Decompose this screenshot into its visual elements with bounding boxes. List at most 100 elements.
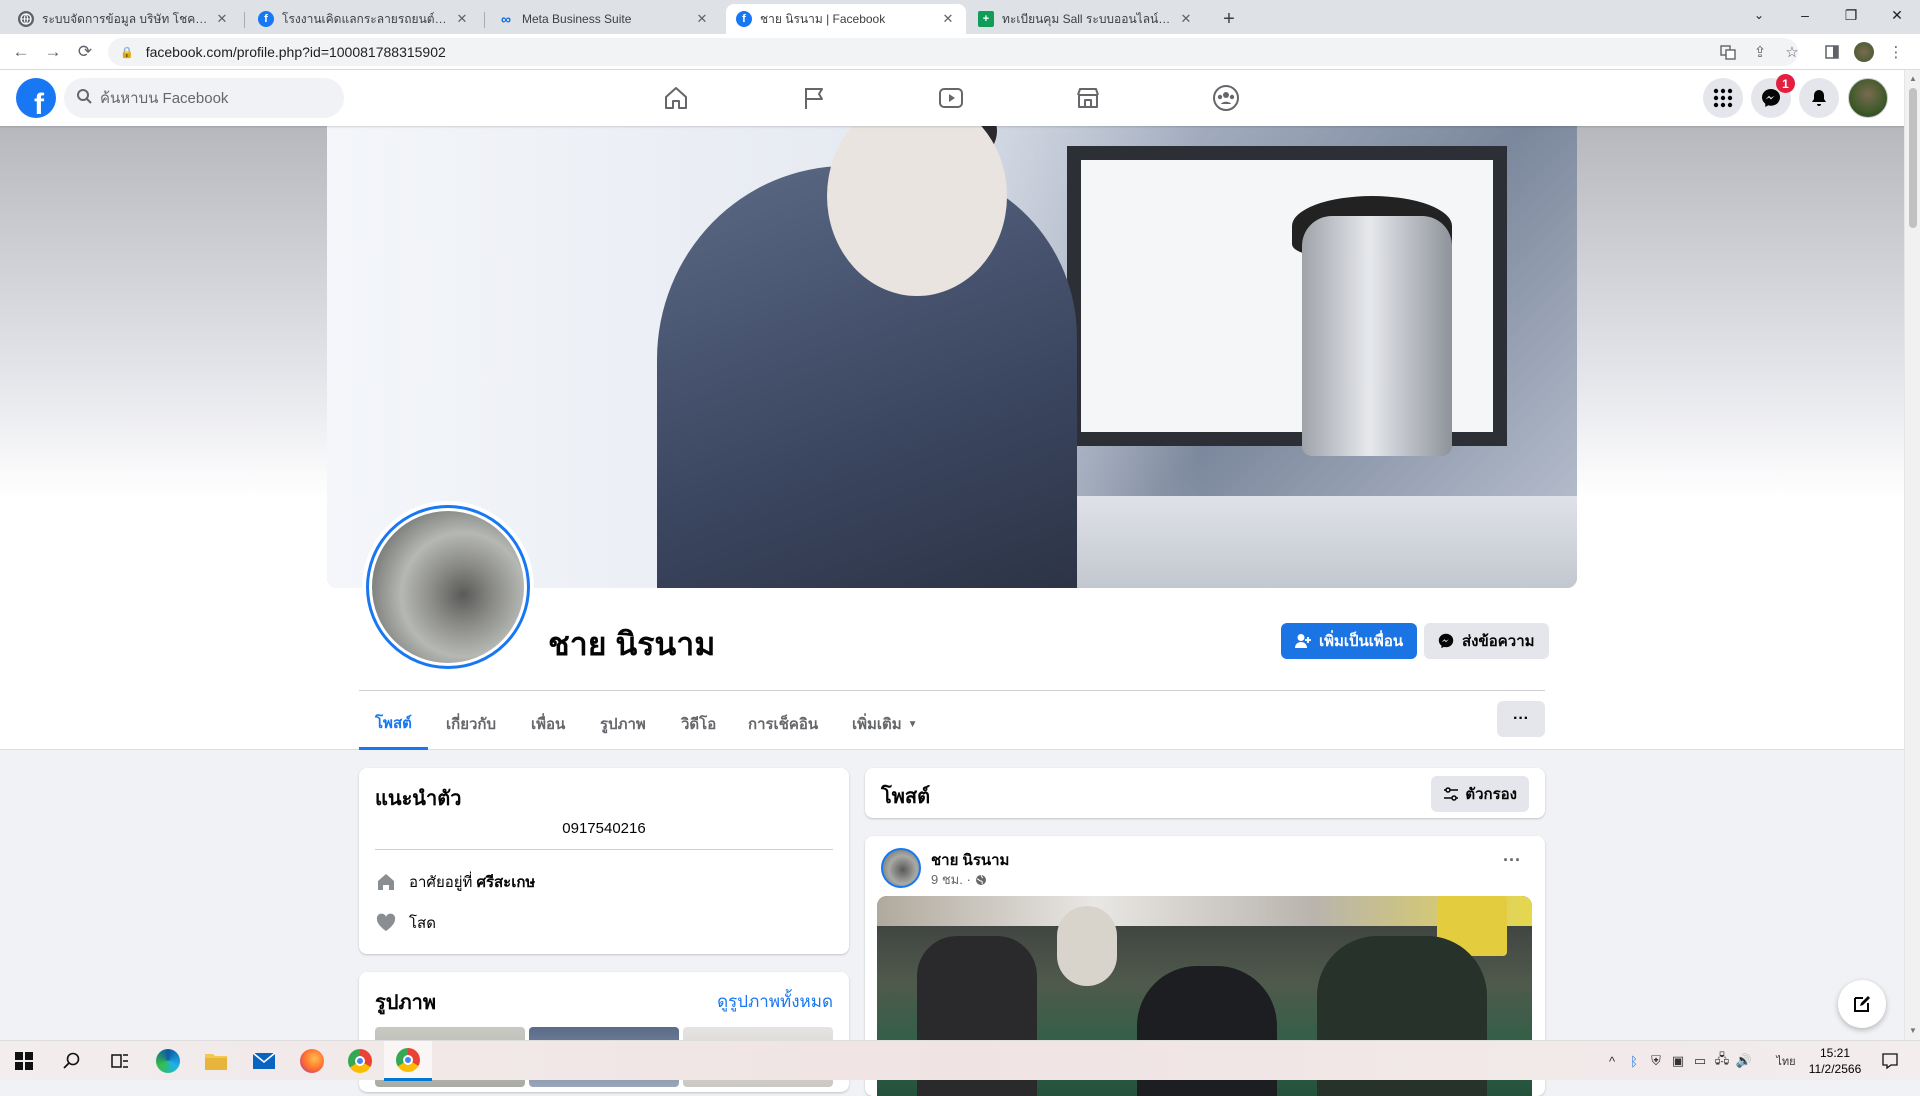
browser-tab-bar: ระบบจัดการข้อมูล บริษัท โชคลูกน็อต ✕ f โ… [0, 0, 1920, 34]
intro-card: แนะนำตัว 0917540216 อาศัยอยู่ที่ ศรีสะเก… [359, 768, 849, 954]
restore-button[interactable]: ❐ [1828, 0, 1874, 30]
minimize-button[interactable]: – [1782, 0, 1828, 30]
watch-video-nav-icon[interactable] [895, 74, 1007, 122]
profile-more-options-button[interactable]: ··· [1497, 701, 1545, 737]
filter-label: ตัวกรอง [1465, 786, 1517, 803]
facebook-top-nav: f 1 [0, 70, 1904, 126]
side-panel-icon[interactable] [1820, 40, 1844, 64]
send-message-button[interactable]: ส่งข้อความ [1424, 623, 1549, 659]
tab-title: โรงงานเคิดแลกระลายรถยนต์ไข่เค้า [282, 11, 448, 26]
home-nav-icon[interactable] [620, 74, 732, 122]
windows-start-icon[interactable] [0, 1041, 48, 1081]
bluetooth-icon[interactable]: ᛒ [1624, 1051, 1644, 1071]
url-bar[interactable]: 🔒 facebook.com/profile.php?id=1000817883… [108, 38, 1798, 66]
show-hidden-icons-chevron-icon[interactable]: ^ [1602, 1051, 1622, 1071]
filter-button[interactable]: ตัวกรอง [1431, 776, 1529, 812]
input-language-indicator[interactable]: ไทย [1772, 1051, 1800, 1071]
clock-time: 15:21 [1819, 1046, 1851, 1060]
profile-header: ชาย นิรนาม เพิ่มเป็นเพื่อน ส่งข้อความ โพ… [0, 126, 1904, 750]
tab-more[interactable]: เพิ่มเติม ▼ [836, 698, 934, 750]
see-all-photos-link[interactable]: ดูรูปภาพทั้งหมด [717, 988, 833, 1015]
messenger-icon [1438, 633, 1454, 649]
relationship-row: โสด [375, 911, 436, 935]
menu-grid-icon[interactable] [1703, 78, 1743, 118]
notification-badge: 1 [1776, 74, 1795, 93]
tab-checkins[interactable]: การเช็คอิน [732, 698, 834, 750]
bookmark-star-icon[interactable]: ☆ [1780, 40, 1804, 64]
mail-icon[interactable] [240, 1041, 288, 1081]
search-icon [76, 88, 92, 108]
tab-about[interactable]: เกี่ยวกับ [430, 698, 512, 750]
share-icon[interactable]: ⇪ [1748, 40, 1772, 64]
tab-videos[interactable]: วิดีโอ [665, 698, 732, 750]
chrome-icon[interactable] [336, 1041, 384, 1081]
account-avatar[interactable] [1848, 78, 1888, 118]
translate-icon[interactable] [1716, 40, 1740, 64]
lives-in-prefix: อาศัยอยู่ที่ [409, 874, 473, 891]
profile-picture[interactable] [362, 501, 534, 673]
tab-posts[interactable]: โพสต์ [359, 698, 428, 750]
close-tab-icon[interactable]: ✕ [214, 11, 230, 27]
facebook-search-box[interactable] [64, 78, 344, 118]
add-friend-button[interactable]: เพิ่มเป็นเพื่อน [1281, 623, 1418, 659]
taskbar-clock[interactable]: 15:21 11/2/2566 [1800, 1045, 1870, 1077]
url-text: facebook.com/profile.php?id=100081788315… [145, 44, 446, 60]
volume-icon[interactable]: 🔊 [1734, 1051, 1754, 1071]
device-icon[interactable]: ▣ [1668, 1051, 1688, 1071]
forward-arrow-icon[interactable]: → [40, 39, 66, 65]
messenger-icon[interactable]: 1 [1751, 74, 1795, 118]
post-options-button[interactable]: ··· [1503, 850, 1521, 871]
close-tab-icon[interactable]: ✕ [940, 11, 956, 27]
post-timestamp[interactable]: 9 ชม. · [931, 869, 987, 890]
search-icon[interactable] [48, 1041, 96, 1081]
add-friend-label: เพิ่มเป็นเพื่อน [1319, 633, 1404, 650]
network-icon[interactable]: 🖧 [1712, 1051, 1732, 1071]
display-icon[interactable]: ▭ [1690, 1051, 1710, 1071]
chrome-profile-avatar[interactable] [1852, 40, 1876, 64]
meta-icon: ∞ [501, 11, 511, 27]
more-tab-label: เพิ่มเติม [852, 716, 902, 733]
reload-icon[interactable]: ⟳ [72, 39, 98, 65]
tab-friends[interactable]: เพื่อน [515, 698, 581, 750]
page-scrollbar[interactable]: ▲ ▼ [1904, 70, 1920, 1040]
close-window-button[interactable]: ✕ [1874, 0, 1920, 30]
file-explorer-icon[interactable] [192, 1041, 240, 1081]
firefox-icon[interactable] [288, 1041, 336, 1081]
scroll-down-arrow-icon[interactable]: ▼ [1909, 1026, 1917, 1036]
edge-browser-icon[interactable] [144, 1041, 192, 1081]
chrome-menu-icon[interactable]: ⋮ [1884, 40, 1908, 64]
marketplace-nav-icon[interactable] [1032, 74, 1144, 122]
browser-tab-5[interactable]: + ทะเบียนคุม Sall ระบบออนไลน์.xlsx - G ✕ [968, 4, 1204, 34]
notification-center-icon[interactable] [1880, 1051, 1900, 1071]
scroll-up-arrow-icon[interactable]: ▲ [1909, 74, 1917, 84]
globe-icon [18, 11, 34, 27]
close-tab-icon[interactable]: ✕ [1178, 11, 1194, 27]
posts-title: โพสต์ [881, 786, 931, 808]
tab-photos[interactable]: รูปภาพ [584, 698, 662, 750]
browser-tab-1[interactable]: ระบบจัดการข้อมูล บริษัท โชคลูกน็อต ✕ [8, 4, 240, 34]
cover-photo[interactable] [327, 126, 1577, 588]
facebook-logo[interactable]: f [16, 78, 56, 118]
tab-search-icon[interactable]: ⌄ [1736, 0, 1782, 30]
scrollbar-thumb[interactable] [1909, 88, 1917, 228]
groups-nav-icon[interactable] [1170, 74, 1282, 122]
bell-icon[interactable] [1799, 78, 1839, 118]
browser-tab-3[interactable]: ∞ Meta Business Suite ✕ [488, 4, 720, 34]
facebook-icon: f [258, 11, 274, 27]
new-message-compose-button[interactable] [1838, 980, 1886, 1028]
pages-flag-nav-icon[interactable] [758, 74, 870, 122]
back-arrow-icon[interactable]: ← [8, 39, 34, 65]
security-shield-icon[interactable]: ⛨ [1646, 1051, 1666, 1071]
close-tab-icon[interactable]: ✕ [454, 11, 470, 27]
task-view-icon[interactable] [96, 1041, 144, 1081]
search-input[interactable] [100, 89, 320, 107]
lives-in-place-link[interactable]: ศรีสะเกษ [476, 870, 535, 894]
post-author-avatar[interactable] [881, 848, 921, 888]
tab-title: ทะเบียนคุม Sall ระบบออนไลน์.xlsx - G [1002, 11, 1172, 26]
close-tab-icon[interactable]: ✕ [694, 11, 710, 27]
chrome-profile-active-icon[interactable] [384, 1041, 432, 1081]
browser-tab-2[interactable]: f โรงงานเคิดแลกระลายรถยนต์ไข่เค้า ✕ [248, 4, 480, 34]
bio-text: 0917540216 [562, 820, 646, 837]
browser-tab-4-active[interactable]: f ชาย นิรนาม | Facebook ✕ [726, 4, 966, 34]
new-tab-button[interactable]: + [1216, 6, 1242, 32]
